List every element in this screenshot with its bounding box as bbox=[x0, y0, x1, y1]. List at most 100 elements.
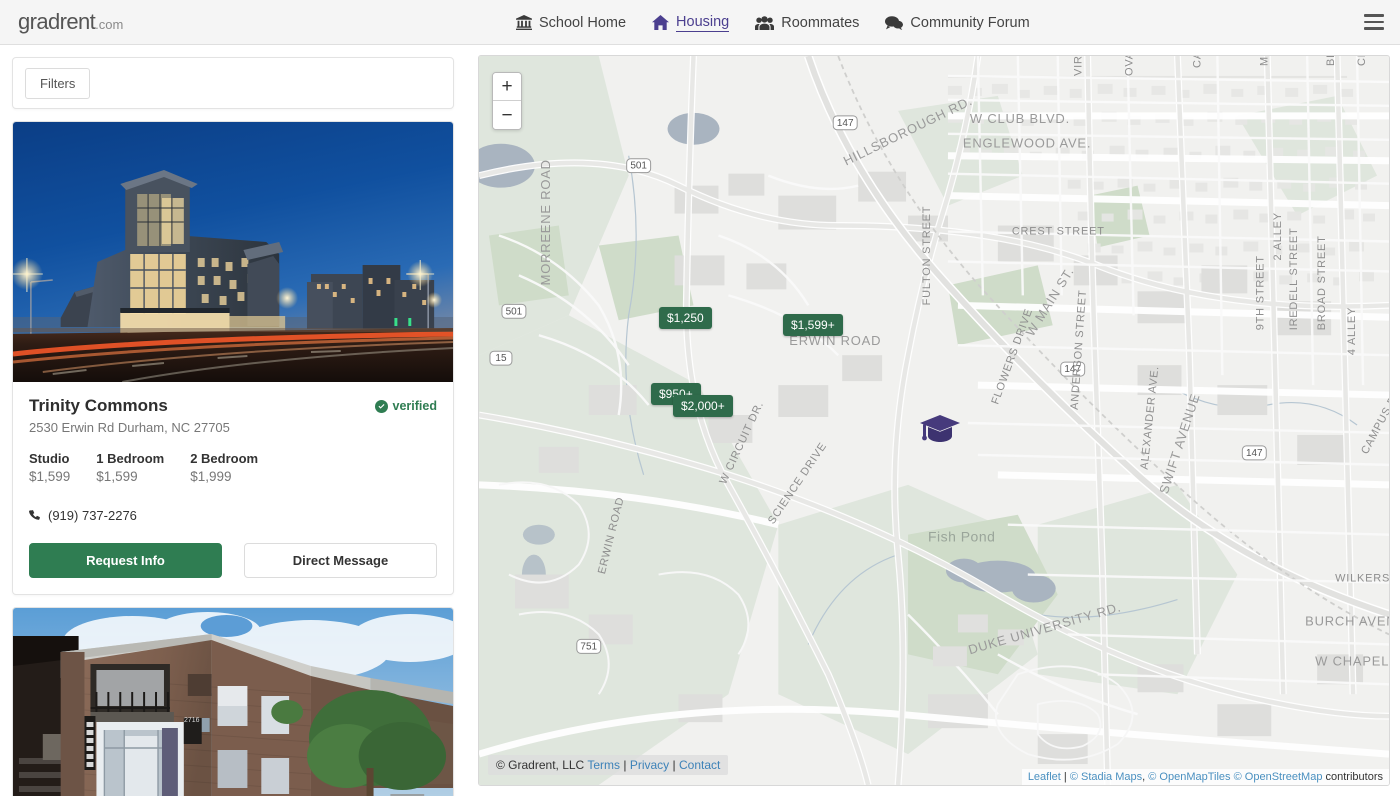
hamburger-bar bbox=[1364, 27, 1384, 30]
route-shield: 15 bbox=[489, 350, 513, 366]
unit-option: Studio $1,599 bbox=[29, 451, 70, 484]
nav-item-housing[interactable]: Housing bbox=[652, 0, 730, 45]
listing-details: Trinity Commons verified 2530 Erwin Rd D… bbox=[13, 382, 453, 594]
map-road-label: BROA bbox=[1325, 56, 1337, 66]
openmaptiles-link[interactable]: © OpenMapTiles bbox=[1148, 771, 1230, 783]
svg-text:2716: 2716 bbox=[184, 717, 200, 724]
hamburger-menu-icon[interactable] bbox=[1364, 14, 1384, 30]
unit-name: 2 Bedroom bbox=[190, 451, 259, 466]
logo-name: gradrent bbox=[18, 9, 96, 34]
primary-nav: School Home Housing Roommates Community … bbox=[516, 0, 1030, 45]
zoom-in-button[interactable]: + bbox=[493, 73, 521, 101]
privacy-link[interactable]: Privacy bbox=[630, 758, 669, 772]
graduation-cap-icon[interactable] bbox=[919, 413, 961, 450]
svg-text:15: 15 bbox=[495, 353, 507, 364]
map-road-label: CLARE bbox=[1356, 56, 1368, 66]
direct-message-button[interactable]: Direct Message bbox=[244, 543, 437, 578]
leaflet-link[interactable]: Leaflet bbox=[1028, 771, 1061, 783]
verified-badge: verified bbox=[374, 399, 437, 413]
unit-option: 1 Bedroom $1,599 bbox=[96, 451, 164, 484]
request-info-button[interactable]: Request Info bbox=[29, 543, 222, 578]
map-road-label: FULTON STREET bbox=[921, 206, 933, 306]
map-attribution: Leaflet | © Stadia Maps, © OpenMapTiles … bbox=[1021, 769, 1389, 785]
nav-label-school-home: School Home bbox=[539, 14, 627, 31]
route-shield: 501 bbox=[501, 303, 527, 319]
nav-item-community-forum[interactable]: Community Forum bbox=[885, 0, 1030, 45]
copyright-text: © Gradrent, LLC bbox=[496, 758, 585, 772]
unit-name: 1 Bedroom bbox=[96, 451, 165, 466]
route-shield: 147 bbox=[832, 115, 858, 131]
map-road-label: MORREENE ROAD bbox=[538, 159, 553, 285]
route-shield: 501 bbox=[626, 158, 652, 174]
hamburger-bar bbox=[1364, 20, 1384, 24]
svg-text:147: 147 bbox=[1246, 448, 1263, 459]
listing-title: Trinity Commons bbox=[29, 396, 168, 415]
unit-price-list: Studio $1,599 1 Bedroom $1,599 2 Bedroom… bbox=[29, 451, 437, 484]
map-panel[interactable]: 501 147 501 15 147 147 751 HILLSBOROUGH … bbox=[478, 55, 1390, 786]
openstreetmap-link[interactable]: © OpenStreetMap bbox=[1234, 771, 1323, 783]
map-road-label: CAROLI bbox=[1191, 56, 1203, 68]
unit-option: 2 Bedroom $1,999 bbox=[190, 451, 258, 484]
users-icon bbox=[755, 15, 775, 30]
site-logo[interactable]: gradrent.com bbox=[18, 9, 123, 35]
contributors-text: contributors bbox=[1325, 771, 1383, 783]
listing-actions: Request Info Direct Message bbox=[29, 543, 437, 578]
nav-label-roommates: Roommates bbox=[781, 14, 860, 31]
contact-link[interactable]: Contact bbox=[679, 758, 720, 772]
map-road-label: OVAL DRIVE bbox=[1124, 56, 1136, 76]
nav-label-housing: Housing bbox=[676, 13, 730, 32]
verified-label: verified bbox=[392, 399, 437, 413]
svg-text:147: 147 bbox=[837, 118, 854, 129]
map-footer-bar: © Gradrent, LLC Terms | Privacy | Contac… bbox=[488, 755, 729, 775]
listing-title-row: Trinity Commons verified bbox=[29, 396, 437, 416]
bank-icon bbox=[516, 15, 532, 30]
map-road-label: W CLUB BLVD. bbox=[970, 111, 1070, 126]
map-road-label: W CHAPEL bbox=[1315, 653, 1389, 668]
listing-address: 2530 Erwin Rd Durham, NC 27705 bbox=[29, 420, 230, 435]
map-road-label: ENGLEWOOD AVE. bbox=[963, 136, 1091, 151]
stadia-maps-link[interactable]: © Stadia Maps bbox=[1070, 771, 1142, 783]
terms-link[interactable]: Terms bbox=[587, 758, 620, 772]
map-road-label: MARY bbox=[1258, 56, 1270, 66]
listings-sidebar[interactable]: Filters Trinity Commons verified 2530 Er… bbox=[0, 45, 466, 796]
unit-name: Studio bbox=[29, 451, 70, 466]
attribution-separator: | bbox=[1063, 771, 1067, 783]
map-road-label: CREST STREET bbox=[1012, 226, 1105, 238]
check-circle-icon bbox=[374, 399, 388, 413]
map-road-label: BROAD STREET bbox=[1316, 235, 1328, 330]
unit-price: $1,599 bbox=[29, 469, 71, 484]
unit-price: $1,599 bbox=[96, 469, 138, 484]
map-road-label: IREDELL STREET bbox=[1288, 227, 1300, 330]
map-road-label: 2 ALLEY bbox=[1272, 212, 1284, 260]
map-price-marker[interactable]: $2,000+ bbox=[673, 395, 733, 417]
map-road-label: WILKERS bbox=[1335, 573, 1389, 585]
route-shield: 147 bbox=[1241, 445, 1267, 461]
filters-button[interactable]: Filters bbox=[25, 67, 91, 99]
filters-panel: Filters bbox=[12, 57, 454, 109]
hamburger-bar bbox=[1364, 14, 1384, 17]
nav-label-community-forum: Community Forum bbox=[910, 14, 1030, 31]
svg-text:501: 501 bbox=[630, 161, 647, 172]
map-road-label: 4 ALLEY bbox=[1346, 307, 1358, 355]
nav-item-roommates[interactable]: Roommates bbox=[755, 0, 859, 45]
map-price-marker[interactable]: $1,250 bbox=[659, 307, 712, 329]
top-navigation-bar: gradrent.com School Home Housing Roommat… bbox=[0, 0, 1400, 45]
footer-separator: | bbox=[672, 758, 676, 772]
map-price-marker[interactable]: $1,599+ bbox=[783, 314, 843, 336]
nav-item-school-home[interactable]: School Home bbox=[516, 0, 626, 45]
svg-text:751: 751 bbox=[580, 641, 597, 652]
listing-card[interactable]: Trinity Commons verified 2530 Erwin Rd D… bbox=[12, 121, 454, 595]
zoom-out-button[interactable]: − bbox=[493, 101, 521, 129]
attribution-comma: , bbox=[1142, 771, 1146, 783]
listing-phone[interactable]: (919) 737-2276 bbox=[29, 508, 437, 523]
map-place-label: Fish Pond bbox=[928, 529, 995, 545]
listing-photo-trinity-commons[interactable] bbox=[13, 122, 453, 382]
map-zoom-control[interactable]: + − bbox=[492, 72, 522, 130]
route-shield: 751 bbox=[576, 638, 602, 654]
chat-icon bbox=[885, 15, 904, 30]
phone-icon bbox=[29, 509, 41, 522]
listing-card[interactable]: 2716 bbox=[12, 607, 454, 796]
map-road-label: BURCH AVEN bbox=[1305, 613, 1389, 628]
map-road-label: 9TH STREET bbox=[1254, 255, 1266, 330]
listing-photo-brick-apartments[interactable]: 2716 bbox=[13, 608, 453, 796]
